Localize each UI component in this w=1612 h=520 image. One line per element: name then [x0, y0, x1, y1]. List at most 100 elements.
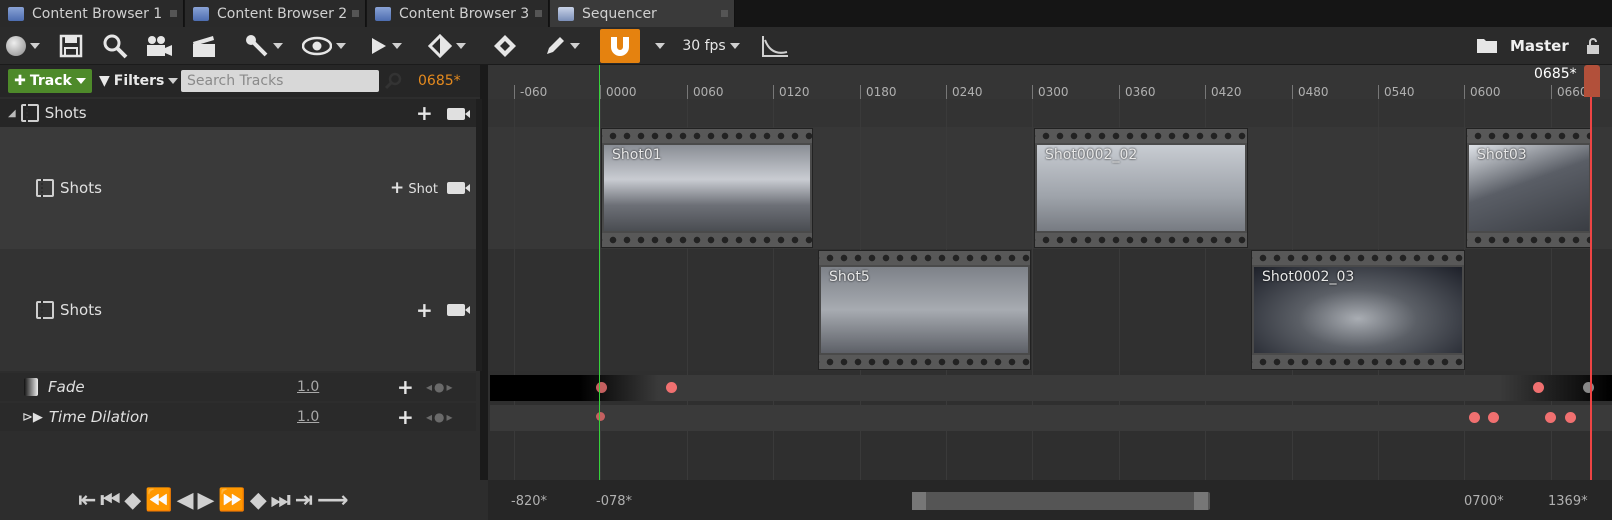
shot-clip[interactable]: Shot5	[818, 250, 1031, 370]
prev-key-icon[interactable]: ◆	[124, 488, 141, 513]
collapse-arrow-icon[interactable]: ◢	[8, 108, 16, 119]
track-row-shots-sub-1[interactable]: Shots + Shot	[0, 127, 476, 249]
ruler-tick-label: 0180	[866, 85, 897, 99]
add-key-button[interactable]: +	[397, 407, 414, 427]
tab-content-browser-1[interactable]: Content Browser 1	[0, 0, 184, 27]
snap-options-button[interactable]	[651, 31, 669, 61]
edit-button[interactable]	[540, 31, 584, 61]
keyframe[interactable]	[596, 382, 607, 393]
film-icon	[36, 179, 54, 197]
content-browser-icon	[193, 6, 209, 21]
add-shot-button[interactable]: + Shot	[390, 178, 438, 198]
camera-icon[interactable]	[447, 304, 470, 316]
key-nav-icon[interactable]: ◂●▸	[426, 380, 455, 394]
tools-button[interactable]	[242, 31, 286, 61]
track-row-shots-sub-2[interactable]: Shots +	[0, 249, 476, 371]
fade-curve-lane[interactable]	[490, 375, 1612, 401]
scrollbar-thumb[interactable]	[1194, 492, 1208, 510]
track-row-fade[interactable]: Fade 1.0 + ◂●▸	[0, 373, 476, 401]
fade-value[interactable]: 1.0	[297, 379, 319, 395]
close-icon[interactable]	[170, 10, 177, 17]
add-track-button[interactable]: ✚ Track	[8, 69, 92, 93]
content-browser-icon	[8, 6, 24, 21]
add-key-button[interactable]: +	[397, 377, 414, 397]
keyframe[interactable]	[1583, 382, 1594, 393]
jump-to-end-icon[interactable]: ⇥	[295, 488, 313, 513]
camera-icon[interactable]	[447, 182, 470, 194]
splitter[interactable]	[476, 99, 482, 371]
search-tracks-input[interactable]: Search Tracks	[181, 70, 379, 92]
key-interp-button[interactable]	[424, 31, 470, 61]
tab-content-browser-3[interactable]: Content Browser 3	[367, 0, 549, 27]
jump-to-start-icon[interactable]: ⇤	[78, 488, 96, 513]
folder-button[interactable]	[1474, 31, 1500, 61]
scrollbar-thumb[interactable]	[912, 492, 926, 510]
ruler-tick	[687, 85, 688, 99]
ruler-tick-label: 0300	[1038, 85, 1069, 99]
key-nav-icon[interactable]: ◂●▸	[426, 410, 455, 424]
keyframe[interactable]	[596, 412, 605, 421]
view-start-label[interactable]: -820*	[511, 494, 547, 509]
tab-sequencer[interactable]: Sequencer	[550, 0, 735, 27]
add-button[interactable]: +	[416, 103, 433, 123]
sequence-name: Master	[1510, 37, 1569, 55]
ruler-tick	[1119, 85, 1120, 99]
browse-button[interactable]	[100, 31, 130, 61]
world-icon	[6, 36, 26, 56]
view-end-label[interactable]: 1369*	[1548, 494, 1588, 509]
tab-content-browser-2[interactable]: Content Browser 2	[185, 0, 366, 27]
save-button[interactable]	[56, 31, 86, 61]
ruler-tick-label: 0540	[1384, 85, 1415, 99]
playhead-handle[interactable]	[1584, 65, 1600, 97]
keyframe[interactable]	[1565, 412, 1576, 423]
add-button[interactable]: +	[416, 300, 433, 320]
time-dilation-lane[interactable]	[490, 405, 1612, 431]
eye-icon	[302, 36, 332, 56]
key-tag-button[interactable]	[490, 31, 520, 61]
clapper-button[interactable]	[188, 31, 220, 61]
fps-select[interactable]: 30 fps	[680, 31, 742, 61]
track-row-time-dilation[interactable]: ⊳▶ Time Dilation 1.0 + ◂●▸	[0, 403, 476, 431]
play-reverse-icon[interactable]: ◀	[177, 488, 194, 513]
keyframe[interactable]	[1533, 382, 1544, 393]
keyframe[interactable]	[1545, 412, 1556, 423]
frame-forward-icon[interactable]: ⏩	[218, 488, 245, 513]
track-row-shots[interactable]: ◢ Shots +	[0, 99, 476, 127]
filters-button[interactable]: ▼ Filters	[99, 69, 179, 93]
work-end-label[interactable]: 0700*	[1464, 494, 1504, 509]
play-icon[interactable]: ▶	[198, 488, 215, 513]
time-dilation-value[interactable]: 1.0	[297, 409, 319, 425]
world-button[interactable]	[4, 31, 42, 61]
view-button[interactable]	[300, 31, 348, 61]
shot-clip[interactable]: Shot03	[1466, 128, 1592, 248]
frame-back-icon[interactable]: ⏪	[145, 488, 172, 513]
keyframe[interactable]	[1488, 412, 1499, 423]
keyframe[interactable]	[666, 382, 677, 393]
loop-icon[interactable]: ⟶	[317, 488, 349, 513]
timeline-scrollbar[interactable]	[912, 492, 1210, 510]
playback-button[interactable]	[366, 31, 406, 61]
shot-clip[interactable]: Shot01	[601, 128, 813, 248]
playhead-line[interactable]	[1590, 65, 1592, 480]
lock-button[interactable]	[1582, 35, 1604, 57]
keyframe[interactable]	[1469, 412, 1480, 423]
camera-icon[interactable]	[447, 108, 470, 120]
camera-button[interactable]	[143, 31, 175, 61]
playback-start-marker[interactable]	[599, 65, 600, 480]
close-icon[interactable]	[352, 10, 359, 17]
next-key-icon[interactable]: ◆	[250, 488, 267, 513]
shot-clip[interactable]: Shot0002_03	[1251, 250, 1465, 370]
ruler-tick-label: 0360	[1125, 85, 1156, 99]
curve-editor-button[interactable]	[758, 31, 792, 61]
shot-clip[interactable]: Shot0002_02	[1034, 128, 1248, 248]
filter-icon: ▼	[99, 73, 110, 89]
step-back-icon[interactable]: ⏮	[100, 488, 120, 513]
work-start-label[interactable]: -078*	[596, 494, 632, 509]
ruler-tick	[514, 85, 515, 99]
ruler-tick	[1551, 85, 1552, 99]
close-icon[interactable]	[535, 10, 542, 17]
wrench-icon	[246, 35, 268, 57]
snap-button[interactable]	[600, 29, 640, 63]
step-forward-icon[interactable]: ⏭	[271, 488, 291, 513]
close-icon[interactable]	[721, 10, 728, 17]
